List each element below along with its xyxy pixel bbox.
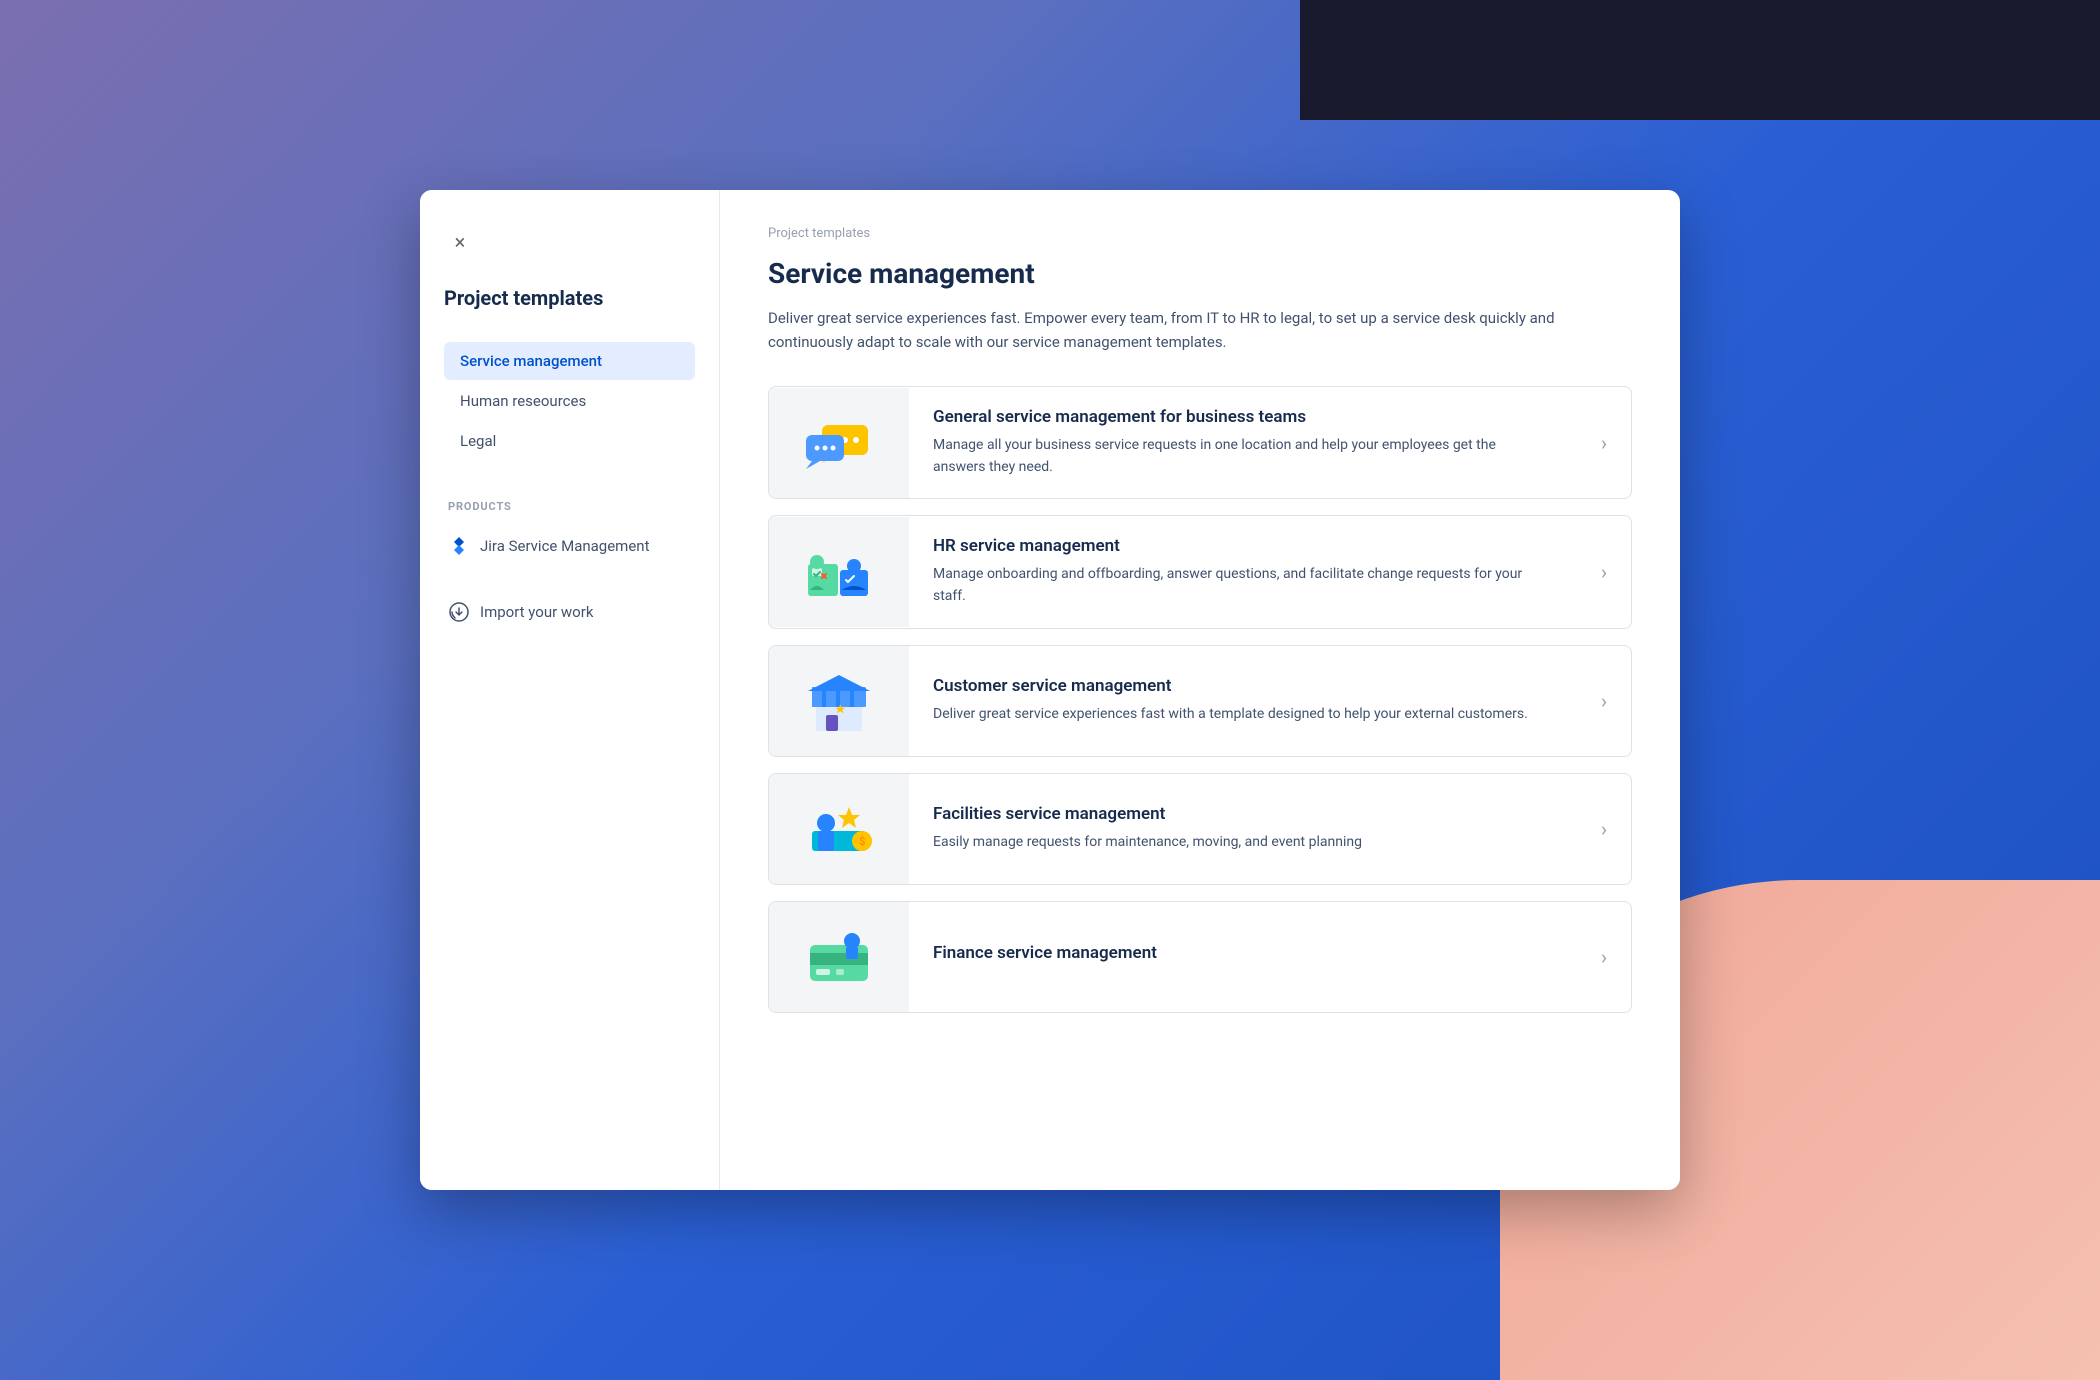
breadcrumb: Project templates — [768, 226, 1632, 241]
template-desc-general: Manage all your business service request… — [933, 435, 1533, 478]
template-body-customer: Customer service management Deliver grea… — [909, 656, 1577, 746]
jira-service-management-label: Jira Service Management — [480, 537, 649, 555]
sidebar: × Project templates Service management H… — [420, 190, 720, 1190]
template-body-finance: Finance service management — [909, 923, 1577, 991]
template-desc-customer: Deliver great service experiences fast w… — [933, 704, 1533, 726]
jira-icon — [448, 535, 470, 557]
template-icon-finance — [769, 902, 909, 1012]
sidebar-title: Project templates — [444, 286, 695, 310]
chevron-customer-icon: › — [1577, 689, 1631, 713]
template-card-hr[interactable]: HR service management Manage onboarding … — [768, 515, 1632, 628]
template-title-facilities: Facilities service management — [933, 804, 1553, 824]
template-body-general: General service management for business … — [909, 387, 1577, 498]
template-desc-hr: Manage onboarding and offboarding, answe… — [933, 564, 1533, 607]
sidebar-item-import-work[interactable]: Import your work — [444, 591, 695, 633]
main-content: Project templates Service management Del… — [720, 190, 1680, 1190]
products-section-label: PRODUCTS — [444, 500, 695, 513]
chevron-facilities-icon: › — [1577, 817, 1631, 841]
sidebar-item-human-resources[interactable]: Human reseources — [444, 382, 695, 420]
template-icon-facilities: $ — [769, 774, 909, 884]
chevron-hr-icon: › — [1577, 560, 1631, 584]
sidebar-nav: Service management Human reseources Lega… — [444, 342, 695, 460]
svg-text:$: $ — [859, 835, 865, 848]
modal-container: × Project templates Service management H… — [420, 190, 1680, 1190]
template-icon-hr — [769, 517, 909, 627]
template-card-general[interactable]: General service management for business … — [768, 386, 1632, 499]
template-title-general: General service management for business … — [933, 407, 1553, 427]
close-button[interactable]: × — [444, 226, 476, 258]
template-card-finance[interactable]: Finance service management › — [768, 901, 1632, 1013]
import-icon — [448, 601, 470, 623]
page-description: Deliver great service experiences fast. … — [768, 306, 1588, 354]
template-card-facilities[interactable]: $ Facilities service management Easily m… — [768, 773, 1632, 885]
template-icon-customer — [769, 646, 909, 756]
sidebar-item-legal[interactable]: Legal — [444, 422, 695, 460]
chevron-finance-icon: › — [1577, 945, 1631, 969]
template-title-finance: Finance service management — [933, 943, 1553, 963]
template-body-facilities: Facilities service management Easily man… — [909, 784, 1577, 874]
template-title-customer: Customer service management — [933, 676, 1553, 696]
template-card-customer[interactable]: Customer service management Deliver grea… — [768, 645, 1632, 757]
import-work-label: Import your work — [480, 603, 593, 621]
page-title: Service management — [768, 257, 1632, 290]
sidebar-item-service-management[interactable]: Service management — [444, 342, 695, 380]
template-desc-facilities: Easily manage requests for maintenance, … — [933, 832, 1533, 854]
sidebar-item-jira-service-management[interactable]: Jira Service Management — [444, 525, 695, 567]
template-list: General service management for business … — [768, 386, 1632, 1013]
template-body-hr: HR service management Manage onboarding … — [909, 516, 1577, 627]
template-icon-general — [769, 388, 909, 498]
template-title-hr: HR service management — [933, 536, 1553, 556]
chevron-general-icon: › — [1577, 431, 1631, 455]
modal-overlay: × Project templates Service management H… — [0, 0, 2100, 1380]
